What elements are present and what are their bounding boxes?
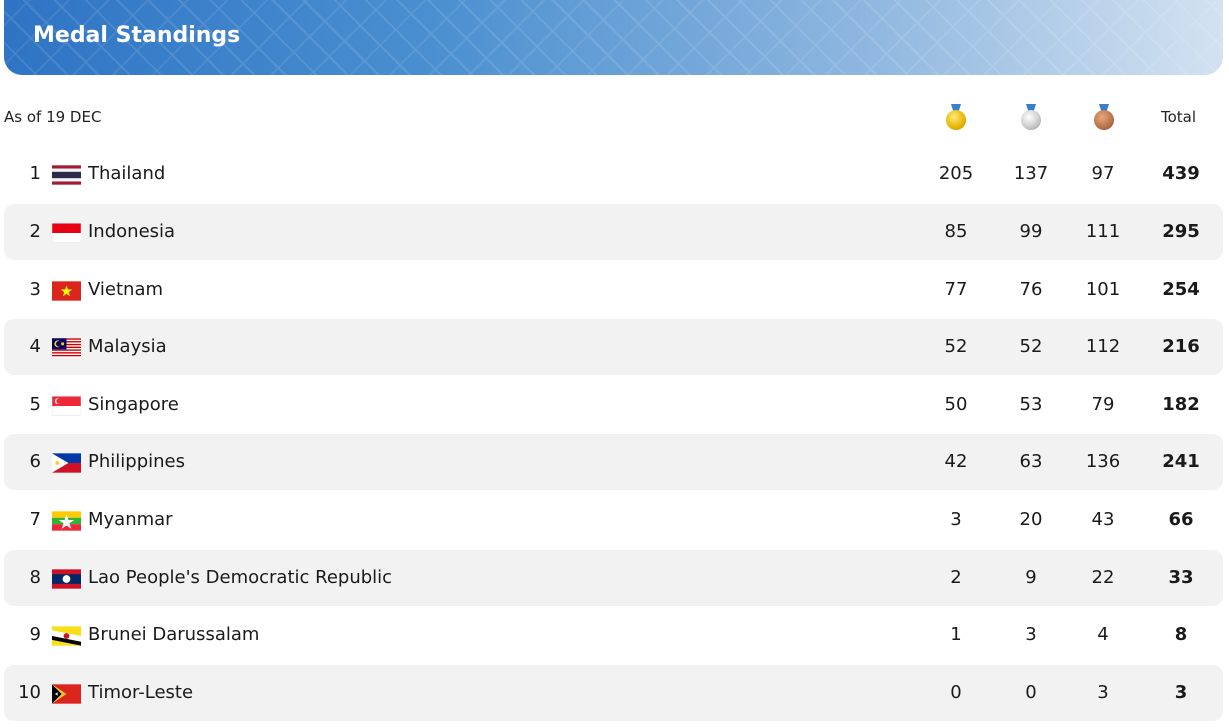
bronze-count: 101 bbox=[1085, 279, 1121, 300]
total-count: 254 bbox=[1162, 279, 1200, 300]
total-column-header: Total bbox=[1161, 108, 1197, 126]
country-name[interactable]: Myanmar bbox=[88, 492, 173, 548]
bronze-count: 43 bbox=[1091, 509, 1115, 530]
rank: 3 bbox=[29, 279, 41, 300]
silver-count: 137 bbox=[1013, 163, 1049, 184]
bronze-medal-icon bbox=[1091, 104, 1117, 130]
bronze-count: 136 bbox=[1085, 451, 1121, 472]
bronze-count: 112 bbox=[1085, 336, 1121, 357]
page-header: Medal Standings bbox=[4, 0, 1223, 75]
country-name[interactable]: Timor-Leste bbox=[88, 665, 193, 721]
silver-count: 9 bbox=[1025, 567, 1037, 588]
country-name[interactable]: Brunei Darussalam bbox=[88, 607, 259, 663]
flag-malaysia-icon bbox=[52, 338, 81, 358]
country-name[interactable]: Thailand bbox=[88, 146, 165, 202]
flag-myanmar-icon bbox=[52, 511, 81, 531]
rank: 9 bbox=[29, 624, 41, 645]
flag-timor-leste-icon bbox=[52, 684, 81, 704]
gold-count: 77 bbox=[944, 279, 968, 300]
total-count: 33 bbox=[1168, 567, 1194, 588]
gold-medal-icon bbox=[943, 104, 969, 130]
silver-count: 53 bbox=[1019, 394, 1043, 415]
page-title: Medal Standings bbox=[33, 23, 241, 48]
country-name[interactable]: Malaysia bbox=[88, 319, 167, 375]
table-row[interactable]: 10 Timor-Leste 0 0 3 3 bbox=[4, 665, 1223, 721]
total-count: 66 bbox=[1168, 509, 1194, 530]
rank: 8 bbox=[29, 567, 41, 588]
silver-count: 52 bbox=[1019, 336, 1043, 357]
rank: 7 bbox=[29, 509, 41, 530]
bronze-count: 22 bbox=[1091, 567, 1115, 588]
country-name[interactable]: Singapore bbox=[88, 377, 179, 433]
table-row[interactable]: 3 Vietnam 77 76 101 254 bbox=[4, 262, 1223, 318]
bronze-count: 97 bbox=[1091, 163, 1115, 184]
gold-count: 205 bbox=[938, 163, 974, 184]
flag-vietnam-icon bbox=[52, 281, 81, 301]
silver-count: 76 bbox=[1019, 279, 1043, 300]
gold-count: 50 bbox=[944, 394, 968, 415]
total-count: 216 bbox=[1162, 336, 1200, 357]
flag-indonesia-icon bbox=[52, 223, 81, 243]
total-count: 182 bbox=[1162, 394, 1200, 415]
total-count: 295 bbox=[1162, 221, 1200, 242]
gold-count: 0 bbox=[950, 682, 962, 703]
total-count: 3 bbox=[1174, 682, 1188, 703]
table-row[interactable]: 2 Indonesia 85 99 111 295 bbox=[4, 204, 1223, 260]
rank: 6 bbox=[29, 451, 41, 472]
gold-count: 1 bbox=[950, 624, 962, 645]
total-count: 241 bbox=[1162, 451, 1200, 472]
country-name[interactable]: Vietnam bbox=[88, 262, 163, 318]
country-name[interactable]: Philippines bbox=[88, 434, 185, 490]
flag-singapore-icon bbox=[52, 396, 81, 416]
table-row[interactable]: 4 Malaysia 52 52 112 216 bbox=[4, 319, 1223, 375]
silver-count: 20 bbox=[1019, 509, 1043, 530]
rank: 1 bbox=[29, 163, 41, 184]
flag-thailand-icon bbox=[52, 165, 81, 185]
gold-count: 52 bbox=[944, 336, 968, 357]
table-row[interactable]: 8 Lao People's Democratic Republic 2 9 22 33 bbox=[4, 550, 1223, 606]
total-count: 8 bbox=[1174, 624, 1188, 645]
flag-philippines-icon bbox=[52, 453, 81, 473]
bronze-count: 79 bbox=[1091, 394, 1115, 415]
silver-count: 3 bbox=[1025, 624, 1037, 645]
flag-brunei-icon bbox=[52, 626, 81, 646]
table-row[interactable]: 9 Brunei Darussalam 1 3 4 8 bbox=[4, 607, 1223, 663]
country-name[interactable]: Indonesia bbox=[88, 204, 175, 260]
country-name[interactable]: Lao People's Democratic Republic bbox=[88, 550, 392, 606]
gold-count: 3 bbox=[950, 509, 962, 530]
table-row[interactable]: 6 Philippines 42 63 136 241 bbox=[4, 434, 1223, 490]
silver-count: 63 bbox=[1019, 451, 1043, 472]
flag-laos-icon bbox=[52, 569, 81, 589]
silver-count: 99 bbox=[1019, 221, 1043, 242]
rank: 2 bbox=[29, 221, 41, 242]
rank: 4 bbox=[29, 336, 41, 357]
silver-medal-icon bbox=[1018, 104, 1044, 130]
gold-count: 2 bbox=[950, 567, 962, 588]
gold-count: 42 bbox=[944, 451, 968, 472]
table-row[interactable]: 7 Myanmar 3 20 43 66 bbox=[4, 492, 1223, 548]
total-count: 439 bbox=[1162, 163, 1200, 184]
rank: 10 bbox=[18, 682, 41, 703]
rank: 5 bbox=[29, 394, 41, 415]
table-row[interactable]: 5 Singapore 50 53 79 182 bbox=[4, 377, 1223, 433]
bronze-count: 3 bbox=[1097, 682, 1109, 703]
gold-count: 85 bbox=[944, 221, 968, 242]
as-of-date: As of 19 DEC bbox=[4, 108, 102, 126]
silver-count: 0 bbox=[1025, 682, 1037, 703]
bronze-count: 4 bbox=[1097, 624, 1109, 645]
bronze-count: 111 bbox=[1085, 221, 1121, 242]
table-row[interactable]: 1 Thailand 205 137 97 439 bbox=[4, 146, 1223, 202]
